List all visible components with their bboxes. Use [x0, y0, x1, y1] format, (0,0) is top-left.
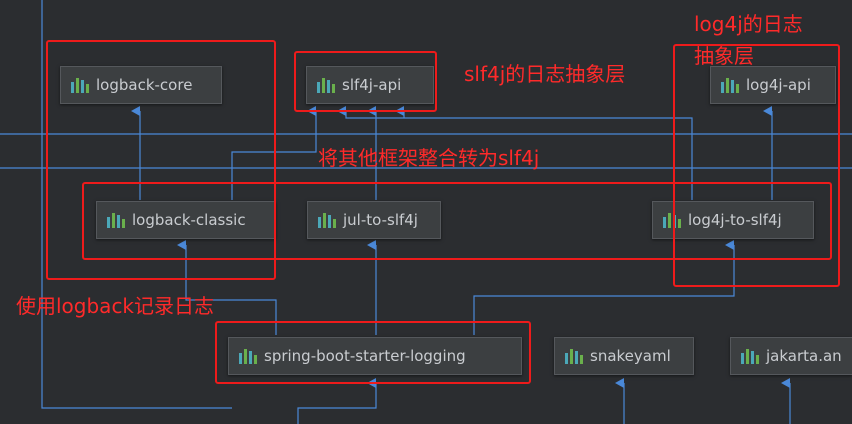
annotation-use-logback: 使用logback记录日志	[16, 294, 215, 318]
annotation-log4j-line2: 抽象层	[694, 44, 754, 68]
outer-edge-bottom-right	[297, 378, 377, 424]
node-label: snakeyaml	[590, 347, 671, 365]
module-icon	[565, 348, 583, 364]
highlight-slf4j-api	[294, 51, 437, 112]
node-snakeyaml[interactable]: snakeyaml	[554, 337, 694, 375]
node-jakarta[interactable]: jakarta.an	[730, 337, 852, 375]
annotation-slf4j-abstraction: slf4j的日志抽象层	[464, 62, 626, 86]
annotation-log4j-line1: log4j的日志	[694, 12, 803, 36]
highlight-bridges	[82, 182, 832, 260]
dependency-diagram: logback-core slf4j-api log4j-api logback…	[0, 0, 852, 424]
highlight-starter-logging	[215, 321, 531, 384]
annotation-bridge: 将其他框架整合转为slf4j	[318, 146, 540, 170]
node-label: jakarta.an	[766, 347, 842, 365]
module-icon	[741, 348, 759, 364]
